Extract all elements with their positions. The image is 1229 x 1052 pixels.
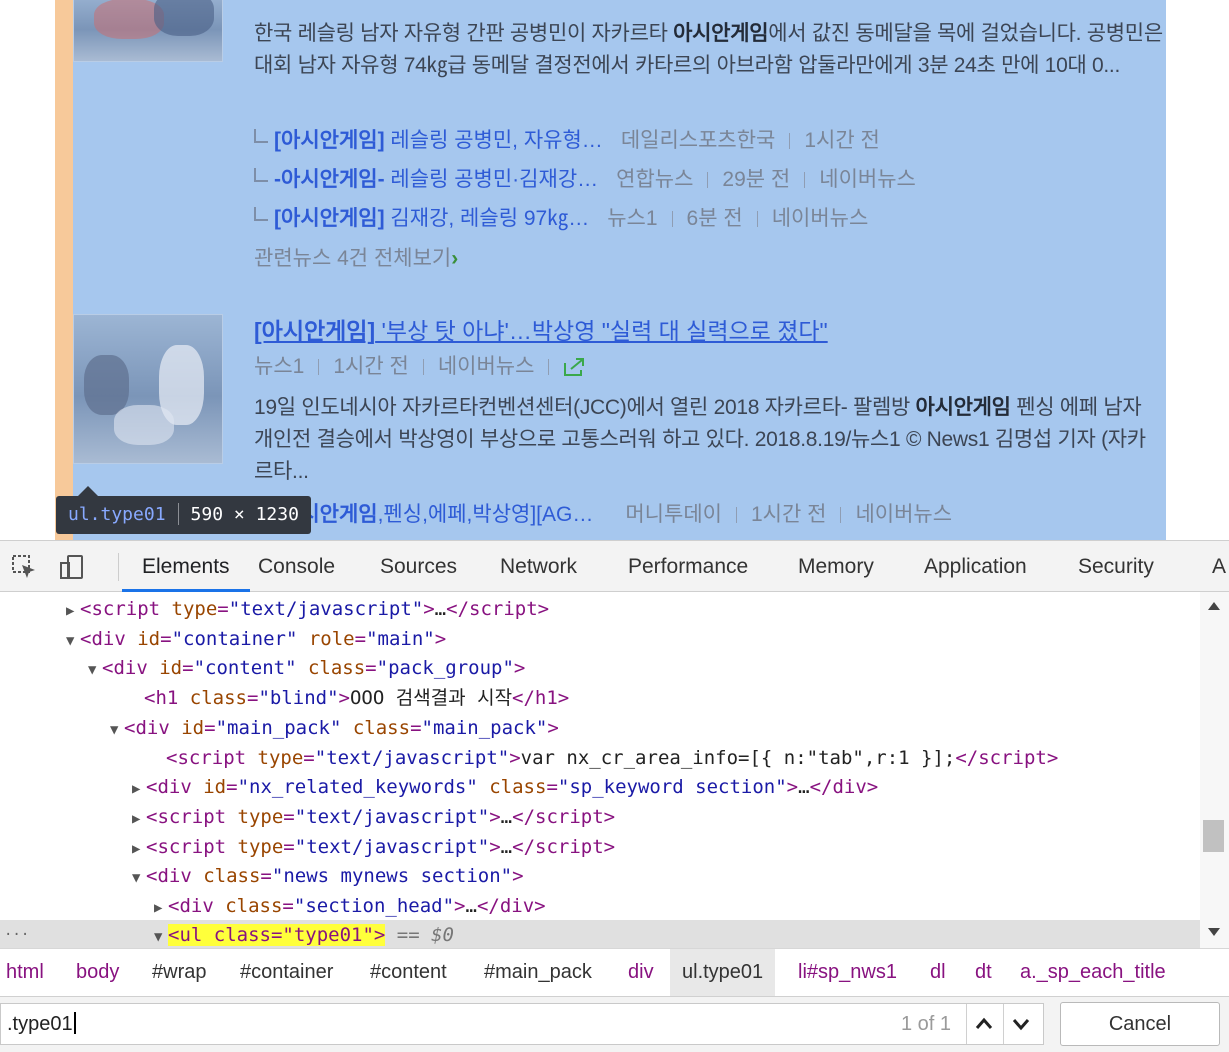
related-news-link[interactable]: -아시안게임- 레슬링 공병민·김재강… <box>274 168 598 191</box>
dom-tree[interactable]: ... ▼ <ul class="type01"> == $0 ▶ <script … <box>0 592 1200 948</box>
related-news-link[interactable]: [아시안게임,펜싱,에페,박상영][AG… <box>274 503 593 526</box>
expand-toggle-icon[interactable]: ▶ <box>132 774 146 804</box>
article-summary: 한국 레슬링 남자 자유형 간판 공병민이 자카르타 아시안게임에서 값진 동메… <box>254 22 1163 77</box>
dom-node[interactable]: ▼ <div class="news mynews section"> <box>132 861 524 891</box>
breadcrumb-item[interactable]: dt <box>975 949 992 996</box>
related-news-meta: 뉴스1 <box>607 207 658 230</box>
devtools-tab-bar: Elements Console Sources Network Performance… <box>0 540 1229 592</box>
breadcrumb-item[interactable]: #wrap <box>152 949 206 996</box>
expand-toggle-icon[interactable]: ▶ <box>132 804 146 834</box>
breadcrumb-item[interactable]: #main_pack <box>484 949 592 996</box>
expand-toggle-icon[interactable]: ▶ <box>132 834 146 864</box>
dom-node[interactable]: ▶ <div id="nx_related_keywords" class="sp… <box>132 772 878 802</box>
breadcrumb-item[interactable]: a._sp_each_title <box>1020 949 1166 996</box>
article-meta: 뉴스1 1시간 전 네이버뉴스 <box>254 352 585 382</box>
expand-toggle-icon[interactable]: ▶ <box>66 596 80 626</box>
tab-network[interactable]: Network <box>500 541 577 592</box>
related-news-meta: 1시간 전 <box>804 129 880 152</box>
tooltip-arrow <box>78 486 98 496</box>
dom-node[interactable]: <h1 class="blind">OOO 검색결과 시작</h1> <box>130 683 569 713</box>
search-input[interactable]: .type01 <box>7 1004 76 1044</box>
tab-memory[interactable]: Memory <box>798 541 874 592</box>
breadcrumb-item[interactable]: div <box>628 949 654 996</box>
node-menu-dots[interactable]: ... <box>4 923 29 939</box>
related-news-row: [아시안게임] 레슬링 공병민, 자유형… 데일리스포츠한국 1시간 전 <box>254 126 880 156</box>
scroll-down-icon[interactable] <box>1208 928 1220 936</box>
press-name[interactable]: 뉴스1 <box>254 355 304 378</box>
inspect-element-icon[interactable] <box>10 553 38 581</box>
expand-toggle-icon[interactable]: ▼ <box>66 626 80 656</box>
related-news-row: [아시안게임,펜싱,에페,박상영][AG… 머니투데이 1시간 전 네이버뉴스 <box>254 500 952 530</box>
naver-news-link[interactable]: 네이버뉴스 <box>438 355 535 378</box>
match-count: 1 of 1 <box>901 1013 952 1035</box>
tab-console[interactable]: Console <box>258 541 335 592</box>
expand-toggle-icon[interactable]: ▼ <box>132 863 146 893</box>
article-title-link[interactable]: [아시안게임] '부상 탓 아냐'…박상영 "실력 대 실력으로 졌다" <box>254 315 828 347</box>
related-news-more-link[interactable]: 관련뉴스 4건 전체보기› <box>254 244 458 274</box>
breadcrumb-item[interactable]: li#sp_nws1 <box>798 949 897 996</box>
dom-scrollbar[interactable] <box>1200 592 1229 948</box>
dom-node[interactable]: ▼ <div id="main_pack" class="main_pack"> <box>110 713 559 743</box>
chevron-down-icon <box>1012 1019 1030 1031</box>
tab-elements[interactable]: Elements <box>122 541 250 592</box>
related-news-meta: 6분 전 <box>686 207 743 230</box>
expand-toggle-icon[interactable]: ▼ <box>110 715 124 745</box>
selected-node-markup[interactable]: <ul class="type01"> <box>168 924 386 946</box>
tab-sources[interactable]: Sources <box>380 541 457 592</box>
related-news-meta: 29분 전 <box>722 168 791 191</box>
article-thumbnail[interactable] <box>73 0 223 62</box>
page-viewport: 한국 레슬링 남자 자유형 간판 공병민이 자카르타 아시안게임에서 값진 동메… <box>0 0 1229 540</box>
breadcrumb-item[interactable]: ul.type01 <box>670 949 776 996</box>
dom-node[interactable]: ▶ <div class="section_head">…</div> <box>154 891 546 921</box>
tab-performance[interactable]: Performance <box>628 541 748 592</box>
breadcrumb-item[interactable]: body <box>76 949 119 996</box>
expand-toggle-icon[interactable]: ▼ <box>88 655 102 685</box>
related-news-meta: 네이버뉴스 <box>819 168 916 191</box>
tab-security[interactable]: Security <box>1078 541 1154 592</box>
related-news-link[interactable]: [아시안게임] 김재강, 레슬링 97㎏… <box>274 207 589 230</box>
previous-match-button[interactable] <box>966 1004 1002 1044</box>
expand-toggle-icon[interactable]: ▶ <box>154 893 168 923</box>
breadcrumb-item[interactable]: #content <box>370 949 447 996</box>
dom-node[interactable]: ▼ <div id="content" class="pack_group"> <box>88 653 525 683</box>
corner-icon <box>254 168 268 182</box>
padding-overlay <box>55 0 73 540</box>
breadcrumb: html body #wrap #container #content #main_pac… <box>0 948 1229 996</box>
dom-node[interactable]: ▶ <script type="text/javascript">…</scrip… <box>132 832 615 862</box>
breadcrumb-item[interactable]: #container <box>240 949 333 996</box>
related-news-meta: 연합뉴스 <box>616 168 694 191</box>
dom-node[interactable]: <script type="text/javascript">var nx_cr… <box>152 743 1058 773</box>
tab-application[interactable]: Application <box>924 541 1027 592</box>
article-thumbnail[interactable] <box>73 314 223 464</box>
corner-icon <box>254 207 268 221</box>
devtools-panel: Elements Console Sources Network Performance… <box>0 540 1229 1052</box>
related-news-link[interactable]: [아시안게임] 레슬링 공병민, 자유형… <box>274 129 603 152</box>
element-inspect-tooltip: ul.type01 590 × 1230 <box>56 496 311 534</box>
chevron-up-icon <box>975 1017 993 1029</box>
breadcrumb-item[interactable]: dl <box>930 949 946 996</box>
dom-node[interactable]: ▶ <script type="text/javascript">…</scrip… <box>132 802 615 832</box>
share-icon[interactable] <box>563 357 585 377</box>
scrollbar-thumb[interactable] <box>1203 820 1224 852</box>
dom-node-selected[interactable]: ▼ <ul class="type01"> == $0 <box>154 920 454 948</box>
find-box[interactable]: .type01 1 of 1 <box>0 1003 1044 1045</box>
dom-node[interactable]: ▼ <div id="container" role="main"> <box>66 624 446 654</box>
related-news-row: -아시안게임- 레슬링 공병민·김재강… 연합뉴스 29분 전 네이버뉴스 <box>254 165 916 195</box>
page-right-margin <box>1166 0 1229 540</box>
device-toolbar-icon[interactable] <box>58 553 86 581</box>
related-news-meta: 네이버뉴스 <box>771 207 869 230</box>
article-time: 1시간 전 <box>333 355 409 378</box>
next-match-button[interactable] <box>1003 1004 1039 1044</box>
tab-a[interactable]: A <box>1212 541 1226 592</box>
related-news-row: [아시안게임] 김재강, 레슬링 97㎏… 뉴스1 6분 전 네이버뉴스 <box>254 204 868 234</box>
dom-node[interactable]: ▶ <script type="text/javascript">…</scrip… <box>66 594 549 624</box>
scroll-up-icon[interactable] <box>1208 602 1220 610</box>
find-bar: .type01 1 of 1 Cancel <box>0 996 1229 1052</box>
cancel-button[interactable]: Cancel <box>1060 1002 1220 1046</box>
corner-icon <box>254 129 268 143</box>
related-news-meta: 데일리스포츠한국 <box>620 129 776 152</box>
breadcrumb-item[interactable]: html <box>6 949 44 996</box>
article-summary: 19일 인도네시아 자카르타컨벤션센터(JCC)에서 열린 2018 자카르타-… <box>254 396 1146 483</box>
